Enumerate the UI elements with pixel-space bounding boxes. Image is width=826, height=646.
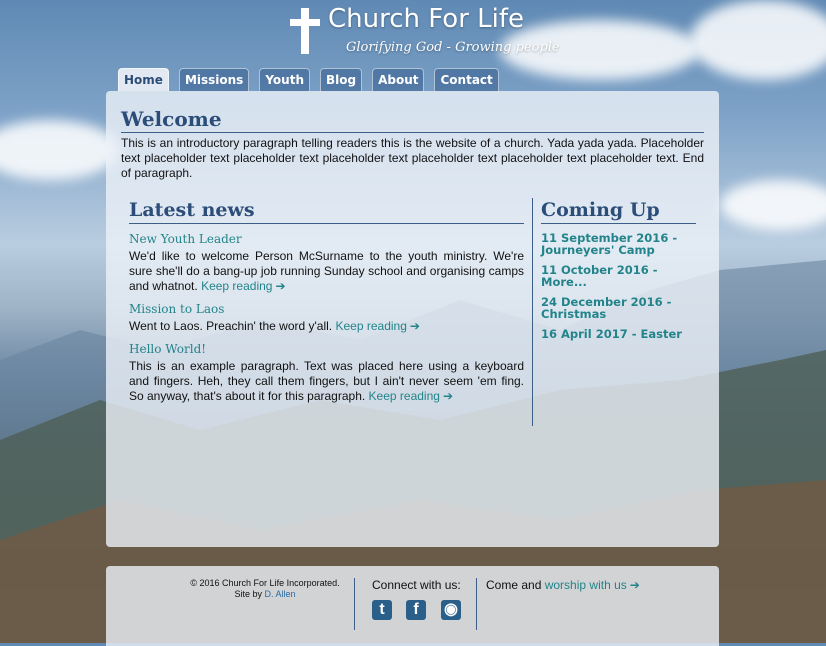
footer-divider — [354, 578, 355, 630]
connect-label: Connect with us: — [372, 578, 461, 592]
news-article: Hello World! This is an example paragrap… — [129, 342, 524, 404]
tab-blog[interactable]: Blog — [319, 68, 363, 91]
article-title[interactable]: Hello World! — [129, 342, 524, 356]
tab-contact[interactable]: Contact — [434, 68, 499, 91]
keep-reading-link[interactable]: Keep reading ➔ — [369, 389, 453, 403]
article-title[interactable]: Mission to Laos — [129, 302, 524, 316]
facebook-icon[interactable]: f — [406, 600, 426, 620]
article-text: This is an example paragraph. Text was p… — [129, 359, 524, 403]
tab-home[interactable]: Home — [118, 68, 169, 91]
news-article: New Youth Leader We'd like to welcome Pe… — [129, 232, 524, 294]
latest-news-heading: Latest news — [129, 199, 255, 221]
coming-up-heading: Coming Up — [541, 199, 660, 221]
cross-icon — [290, 8, 320, 54]
rss-icon[interactable]: ◉ — [441, 600, 461, 620]
divider — [129, 223, 524, 224]
article-text: We'd like to welcome Person McSurname to… — [129, 249, 524, 293]
coming-up-section: Coming Up 11 September 2016 - Journeyers… — [541, 199, 696, 340]
arrow-right-icon: ➔ — [629, 578, 640, 592]
event-link[interactable]: 11 September 2016 - Journeyers' Camp — [541, 232, 696, 256]
event-link[interactable]: 16 April 2017 - Easter — [541, 328, 696, 340]
footer-divider — [476, 578, 477, 630]
event-link[interactable]: 11 October 2016 - More... — [541, 264, 696, 288]
tab-youth[interactable]: Youth — [259, 68, 310, 91]
site-title: Church For Life — [328, 4, 525, 34]
news-article: Mission to Laos Went to Laos. Preachin' … — [129, 302, 524, 334]
main-content-panel: Welcome This is an introductory paragrap… — [106, 91, 719, 547]
welcome-title: Welcome — [121, 107, 222, 131]
site-tagline: Glorifying God - Growing people — [346, 40, 560, 55]
arrow-right-icon: ➔ — [442, 389, 453, 403]
main-nav: Home Missions Youth Blog About Contact — [118, 68, 499, 91]
site-footer: © 2016 Church For Life Incorporated. Sit… — [106, 566, 719, 646]
tab-about[interactable]: About — [372, 68, 425, 91]
divider — [121, 132, 704, 133]
event-link[interactable]: 24 December 2016 - Christmas — [541, 296, 696, 320]
copyright-text: © 2016 Church For Life Incorporated. Sit… — [190, 578, 340, 599]
article-text: Went to Laos. Preachin' the word y'all. … — [129, 319, 420, 333]
arrow-right-icon: ➔ — [275, 279, 286, 293]
divider — [541, 223, 696, 224]
arrow-right-icon: ➔ — [409, 319, 420, 333]
worship-cta: Come and worship with us ➔ — [486, 578, 640, 592]
article-title[interactable]: New Youth Leader — [129, 232, 524, 246]
welcome-text: This is an introductory paragraph tellin… — [121, 136, 704, 180]
keep-reading-link[interactable]: Keep reading ➔ — [201, 279, 285, 293]
tab-missions[interactable]: Missions — [178, 68, 250, 91]
worship-link[interactable]: worship with us ➔ — [545, 578, 640, 592]
author-link[interactable]: D. Allen — [265, 589, 296, 599]
latest-news-section: Latest news New Youth Leader We'd like t… — [129, 199, 524, 404]
twitter-icon[interactable]: t — [372, 600, 392, 620]
column-divider — [532, 198, 533, 426]
keep-reading-link[interactable]: Keep reading ➔ — [335, 319, 419, 333]
